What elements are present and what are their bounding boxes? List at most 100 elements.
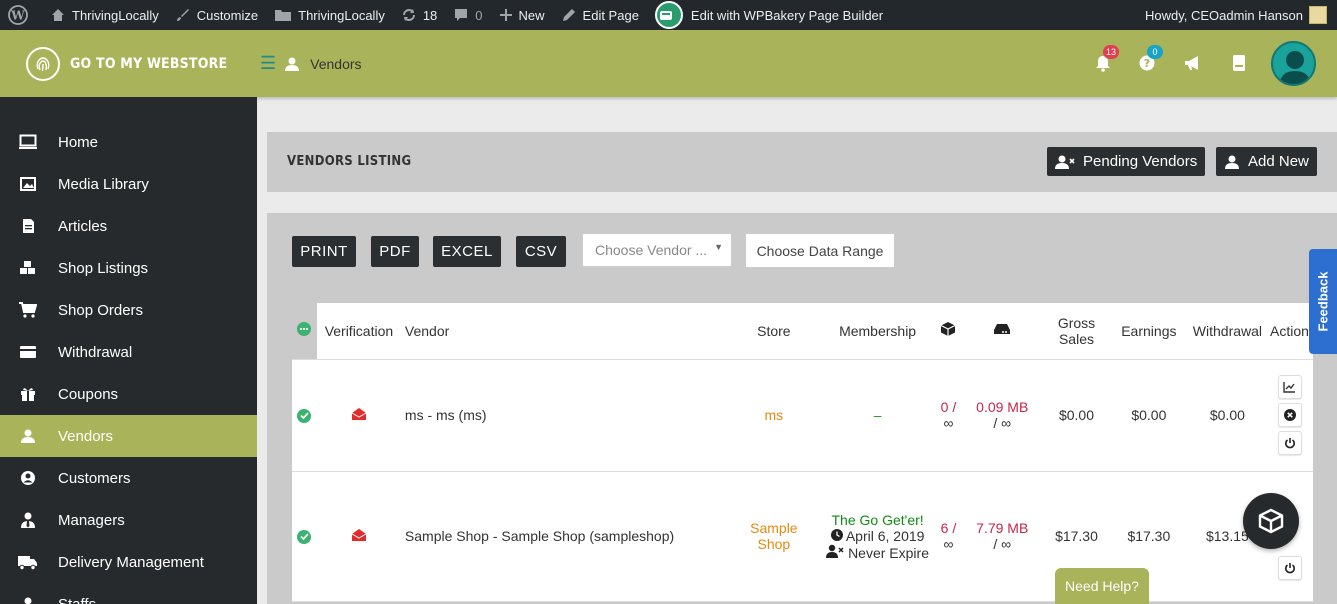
sidebar-item-shop-listings[interactable]: Shop Listings: [0, 247, 257, 289]
report-button[interactable]: [1277, 375, 1302, 399]
select-all-cell[interactable]: [292, 303, 317, 360]
brand[interactable]: GO TO MY WEBSTORE: [0, 30, 257, 97]
sidebar-item-media-library[interactable]: Media Library: [0, 163, 257, 205]
line-chart-icon: [1283, 382, 1296, 393]
print-button[interactable]: PRINT: [292, 236, 356, 267]
updates-link[interactable]: 18: [393, 0, 445, 30]
disable-button[interactable]: [1277, 403, 1302, 427]
header-membership[interactable]: Membership: [818, 303, 937, 360]
wordpress-logo[interactable]: W: [0, 0, 42, 30]
sidebar-item-customers[interactable]: Customers: [0, 457, 257, 499]
customize-link[interactable]: Customize: [167, 0, 266, 30]
header-store[interactable]: Store: [729, 303, 819, 360]
wpbakery-link[interactable]: Edit with WPBakery Page Builder: [647, 0, 891, 30]
add-new-button[interactable]: Add New: [1216, 147, 1317, 176]
updates-count: 18: [422, 7, 438, 23]
brand-name: GO TO MY WEBSTORE: [70, 55, 228, 72]
header-vendor[interactable]: Vendor: [400, 303, 729, 360]
power-icon: [1284, 438, 1295, 449]
membership-name[interactable]: The Go Get'er!: [823, 512, 933, 528]
products-used: 0 /: [940, 399, 957, 415]
user-account-link[interactable]: Howdy, CEOadmin Hanson: [1137, 0, 1337, 30]
store-link[interactable]: Sample Shop: [729, 471, 819, 602]
disk-usage: 0.09 MB / ∞: [960, 359, 1045, 472]
sidebar-item-withdrawal[interactable]: Withdrawal: [0, 331, 257, 373]
comments-link[interactable]: 0: [445, 0, 490, 30]
main-content: VENDORS LISTING Pending Vendors Add New …: [257, 97, 1337, 604]
page-header-panel: VENDORS LISTING Pending Vendors Add New: [267, 132, 1337, 192]
hdd-icon: [994, 324, 1011, 335]
vendor-name[interactable]: ms - ms (ms): [400, 359, 729, 472]
products-count: 0 / ∞: [936, 359, 961, 472]
site-name-link[interactable]: ThrivingLocally: [42, 0, 167, 30]
user-circle-icon: [18, 468, 38, 488]
dashboard-header: GO TO MY WEBSTORE ☰ Vendors 13 ? 0: [0, 30, 1337, 97]
header-earnings[interactable]: Earnings: [1108, 303, 1189, 360]
sidebar-item-shop-orders[interactable]: Shop Orders: [0, 289, 257, 331]
edit-page-label: Edit Page: [582, 7, 639, 23]
excel-button[interactable]: EXCEL: [433, 236, 501, 267]
disk-used: 0.09 MB: [976, 399, 1029, 415]
header-gross-sales[interactable]: Gross Sales: [1044, 303, 1109, 360]
fingerprint-logo-icon: [26, 46, 60, 81]
announcements-button[interactable]: [1180, 50, 1206, 76]
user-icon: [285, 57, 300, 71]
sidebar-item-delivery-management[interactable]: Delivery Management: [0, 541, 257, 583]
need-help-button[interactable]: Need Help?: [1055, 568, 1149, 604]
howdy-label: Howdy, CEOadmin Hanson: [1145, 7, 1303, 23]
header-products[interactable]: [936, 303, 961, 360]
action-cell: [1266, 359, 1313, 472]
comment-icon: [455, 9, 468, 21]
sidebar-item-managers[interactable]: Managers: [0, 499, 257, 541]
sidebar-item-staffs[interactable]: Staffs: [0, 583, 257, 604]
membership-date-text: April 6, 2019: [845, 527, 925, 544]
notifications-badge: 13: [1103, 45, 1120, 59]
envelope-open-icon: [351, 407, 367, 420]
pending-vendors-button[interactable]: Pending Vendors: [1047, 147, 1206, 176]
user-avatar[interactable]: [1271, 41, 1316, 86]
sidebar-item-articles[interactable]: Articles: [0, 205, 257, 247]
data-range-input[interactable]: Choose Data Range: [745, 233, 895, 268]
notifications-button[interactable]: 13: [1090, 45, 1120, 76]
power-icon: [1284, 563, 1295, 574]
vendors-panel: PRINT PDF EXCEL CSV Choose Vendor ... ▼ …: [267, 213, 1337, 604]
site-name-label-2: ThrivingLocally: [298, 7, 385, 23]
feedback-tab[interactable]: Feedback: [1309, 249, 1337, 354]
truck-icon: [18, 552, 38, 572]
new-content-link[interactable]: New: [491, 0, 553, 30]
sidebar-item-home[interactable]: Home: [0, 121, 257, 163]
site-link-2[interactable]: ThrivingLocally: [266, 0, 393, 30]
csv-button[interactable]: CSV: [516, 236, 566, 267]
add-new-label: Add New: [1248, 153, 1309, 170]
sidebar-item-vendors[interactable]: Vendors: [0, 415, 257, 457]
products-limit: ∞: [943, 415, 954, 431]
user-icon: [18, 594, 38, 604]
avatar-icon: [1279, 51, 1311, 84]
store-link[interactable]: ms: [729, 359, 819, 472]
hamburger-menu-icon[interactable]: ☰: [260, 53, 276, 74]
edit-page-link[interactable]: Edit Page: [553, 0, 647, 30]
header-disk-space[interactable]: [960, 303, 1045, 360]
products-used: 6 /: [940, 520, 957, 536]
header-withdrawal[interactable]: Withdrawal: [1188, 303, 1267, 360]
products-count: 6 / ∞: [936, 471, 961, 602]
status-cell: [292, 359, 317, 472]
user-times-icon: [826, 544, 844, 558]
floating-catalog-button[interactable]: [1243, 493, 1299, 549]
plus-icon: [499, 9, 512, 21]
power-button[interactable]: [1277, 431, 1302, 455]
pdf-button[interactable]: PDF: [371, 236, 419, 267]
knowledgebase-button[interactable]: [1226, 50, 1252, 76]
power-button[interactable]: [1277, 556, 1302, 580]
page-title: VENDORS LISTING: [287, 154, 412, 169]
membership-expiry-text: Never Expire: [848, 544, 929, 561]
header-verification[interactable]: Verification: [316, 303, 401, 360]
vendor-select[interactable]: Choose Vendor ... ▼: [582, 233, 732, 267]
vendor-name[interactable]: Sample Shop - Sample Shop (sampleshop): [400, 471, 729, 602]
sidebar-item-label: Shop Listings: [58, 259, 149, 277]
help-button[interactable]: ? 0: [1134, 45, 1163, 76]
wordpress-icon: W: [8, 5, 28, 25]
table-row: Sample Shop - Sample Shop (sampleshop) S…: [292, 471, 1313, 602]
megaphone-icon: [1185, 56, 1198, 70]
sidebar-item-coupons[interactable]: Coupons: [0, 373, 257, 415]
